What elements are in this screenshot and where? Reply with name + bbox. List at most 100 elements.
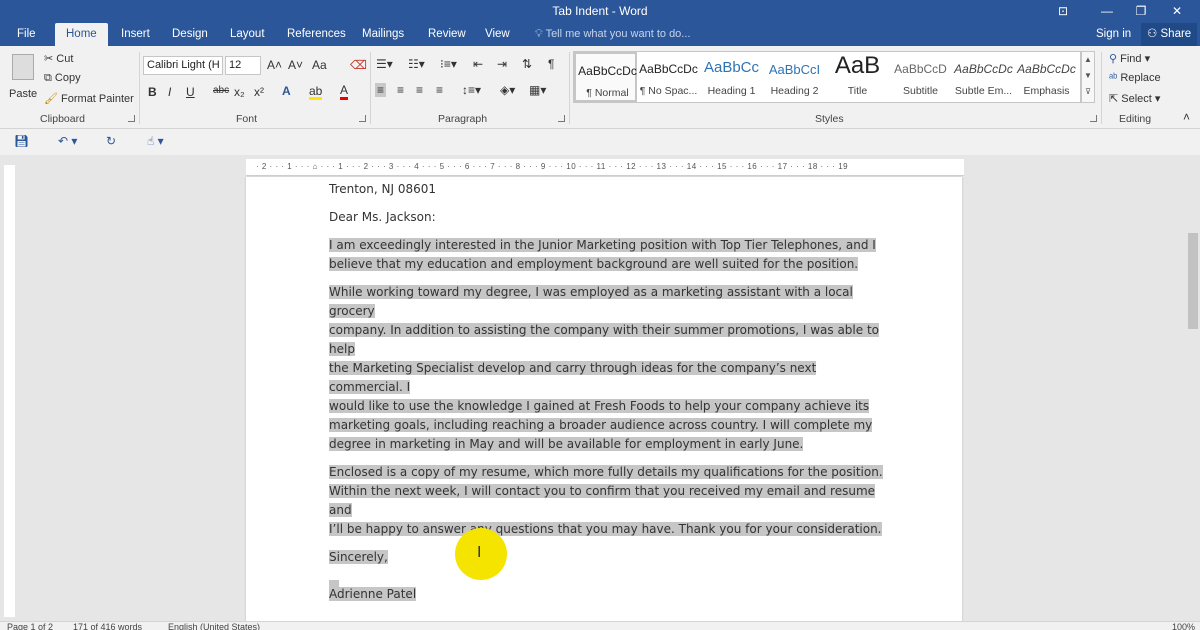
tab-file[interactable]: File [17, 23, 36, 46]
share-button[interactable]: ⚇ Share [1141, 23, 1198, 46]
salutation: Dear Ms. Jackson: [329, 210, 436, 224]
scissors-icon: ✂ [44, 53, 57, 65]
person-icon: ⚇ [1147, 28, 1161, 40]
clipboard-launcher-icon[interactable] [128, 115, 135, 122]
subscript-button[interactable]: x₂ [234, 85, 245, 99]
paste-button[interactable]: Paste [8, 52, 38, 104]
paste-label: Paste [9, 88, 38, 100]
find-label: Find [1120, 53, 1142, 65]
sign-in-link[interactable]: Sign in [1096, 23, 1131, 46]
style-item[interactable]: AaBbCcI Heading 2 [763, 52, 826, 102]
align-left-icon[interactable]: ≡ [375, 83, 387, 97]
tab-mailings[interactable]: Mailings [362, 23, 404, 46]
clipboard-group-label: Clipboard [40, 113, 85, 125]
text-effects-icon[interactable]: A [282, 84, 291, 98]
find-button[interactable]: ⚲ Find ▾ [1109, 52, 1150, 65]
show-formatting-icon[interactable]: ¶ [548, 57, 554, 71]
scrollbar-thumb[interactable] [1188, 233, 1198, 329]
word-count[interactable]: 171 of 416 words [73, 622, 142, 630]
tab-design[interactable]: Design [172, 23, 208, 46]
cursor-arrow-icon: ⇱ [1109, 93, 1122, 105]
style-item[interactable]: AaBbCcD Subtitle [889, 52, 952, 102]
multilevel-list-icon[interactable]: ⁝≡▾ [440, 57, 457, 71]
tab-review[interactable]: Review [428, 23, 466, 46]
tab-references[interactable]: References [287, 23, 346, 46]
style-item[interactable]: AaBbCcDc Subtle Em... [952, 52, 1015, 102]
horizontal-ruler[interactable]: · 2 · · · 1 · · · ⌂ · · · 1 · · · 2 · · … [246, 159, 964, 176]
save-icon[interactable]: 💾︎ [14, 134, 29, 148]
shading-icon[interactable]: ◈▾ [500, 83, 515, 97]
style-item[interactable]: AaBbCcDc ¶ Normal [574, 52, 637, 102]
font-launcher-icon[interactable] [359, 115, 366, 122]
touch-mode-icon[interactable]: ☝︎ ▾ [147, 134, 164, 148]
justify-icon[interactable]: ≡ [436, 83, 443, 97]
tab-insert[interactable]: Insert [121, 23, 150, 46]
ruler-scale: · 2 · · · 1 · · · ⌂ · · · 1 · · · 2 · · … [256, 162, 849, 171]
replace-button[interactable]: ᵃᵇ Replace [1109, 72, 1161, 84]
ribbon-display-options-button[interactable]: ⊡ [1040, 0, 1086, 23]
selected-line: Within the next week, I will contact you… [329, 484, 876, 517]
line-spacing-icon[interactable]: ↕≡▾ [462, 83, 481, 97]
style-preview: AaBbCcD [894, 62, 947, 76]
style-item[interactable]: AaBbCcDc ¶ No Spac... [637, 52, 700, 102]
zoom-level[interactable]: 100% [1172, 622, 1195, 630]
style-item[interactable]: AaB Title [826, 52, 889, 102]
paragraph-launcher-icon[interactable] [558, 115, 565, 122]
style-item[interactable]: AaBbCc Heading 1 [700, 52, 763, 102]
vertical-scrollbar[interactable] [1186, 155, 1200, 621]
bullets-icon[interactable]: ☰▾ [376, 57, 393, 71]
body-paragraph: While working toward my degree, I was em… [329, 283, 889, 454]
grow-font-icon[interactable]: A˄ [267, 58, 282, 72]
repeat-icon[interactable]: ↻ [106, 134, 116, 148]
font-group-label: Font [236, 113, 258, 125]
borders-icon[interactable]: ▦▾ [529, 83, 546, 97]
paintbrush-icon: 🖌︎ [44, 93, 62, 105]
closing-text: Sincerely, [329, 550, 388, 564]
tab-home[interactable]: Home [55, 23, 108, 46]
cut-button[interactable]: ✂ Cut [44, 52, 73, 65]
close-button[interactable]: ✕ [1154, 0, 1200, 23]
change-case-icon[interactable]: Aa [312, 58, 327, 72]
numbering-icon[interactable]: ☷▾ [408, 57, 425, 71]
select-button[interactable]: ⇱ Select ▾ [1109, 92, 1160, 105]
copy-button[interactable]: ⧉ Copy [44, 72, 81, 85]
document-body[interactable]: Trenton, NJ 08601 Dear Ms. Jackson: I am… [329, 180, 889, 613]
bold-button[interactable]: B [148, 85, 157, 99]
highlight-color-icon[interactable]: ab [309, 85, 323, 100]
italic-button[interactable]: I [168, 85, 171, 99]
decrease-indent-icon[interactable]: ⇤ [473, 57, 483, 71]
font-name-dropdown[interactable]: Calibri Light (H [143, 56, 223, 75]
styles-launcher-icon[interactable] [1090, 115, 1097, 122]
underline-button[interactable]: U [186, 85, 195, 99]
tell-me-search[interactable]: 💡︎ Tell me what you want to do... [535, 23, 690, 46]
tab-layout[interactable]: Layout [230, 23, 265, 46]
align-right-icon[interactable]: ≡ [416, 83, 423, 97]
shrink-font-icon[interactable]: A˅ [288, 58, 303, 72]
undo-icon[interactable]: ↶ ▾ [58, 134, 77, 148]
styles-group-label: Styles [815, 113, 844, 125]
increase-indent-icon[interactable]: ⇥ [497, 57, 507, 71]
search-icon: ⚲ [1109, 53, 1121, 65]
styles-gallery-scroll[interactable]: ▲ ▼ ⊽ [1081, 51, 1095, 103]
window-title: Tab Indent - Word [552, 4, 648, 18]
format-painter-button[interactable]: 🖌︎ Format Painter [44, 92, 134, 105]
style-item[interactable]: AaBbCcDc Emphasis [1015, 52, 1078, 102]
collapse-ribbon-icon[interactable]: ˄ [1183, 110, 1190, 124]
replace-icon: ᵃᵇ [1109, 72, 1121, 84]
selected-line: Enclosed is a copy of my resume, which m… [329, 465, 883, 479]
replace-label: Replace [1120, 72, 1161, 84]
superscript-button[interactable]: x² [254, 85, 264, 99]
font-color-icon[interactable]: A [340, 84, 349, 100]
style-preview: AaBbCcI [768, 62, 821, 77]
strikethrough-button[interactable]: abc [213, 85, 229, 96]
language-status[interactable]: English (United States) [168, 622, 260, 630]
page-count[interactable]: Page 1 of 2 [7, 622, 53, 630]
tab-view[interactable]: View [485, 23, 510, 46]
select-label: Select [1121, 93, 1152, 105]
selected-line: company. In addition to assisting the co… [329, 323, 879, 356]
align-center-icon[interactable]: ≡ [397, 83, 404, 97]
sort-icon[interactable]: ⇅ [522, 57, 532, 71]
clear-formatting-icon[interactable]: ⌫ [350, 58, 367, 72]
font-size-dropdown[interactable]: 12 [225, 56, 261, 75]
selected-line: the Marketing Specialist develop and car… [329, 361, 817, 394]
